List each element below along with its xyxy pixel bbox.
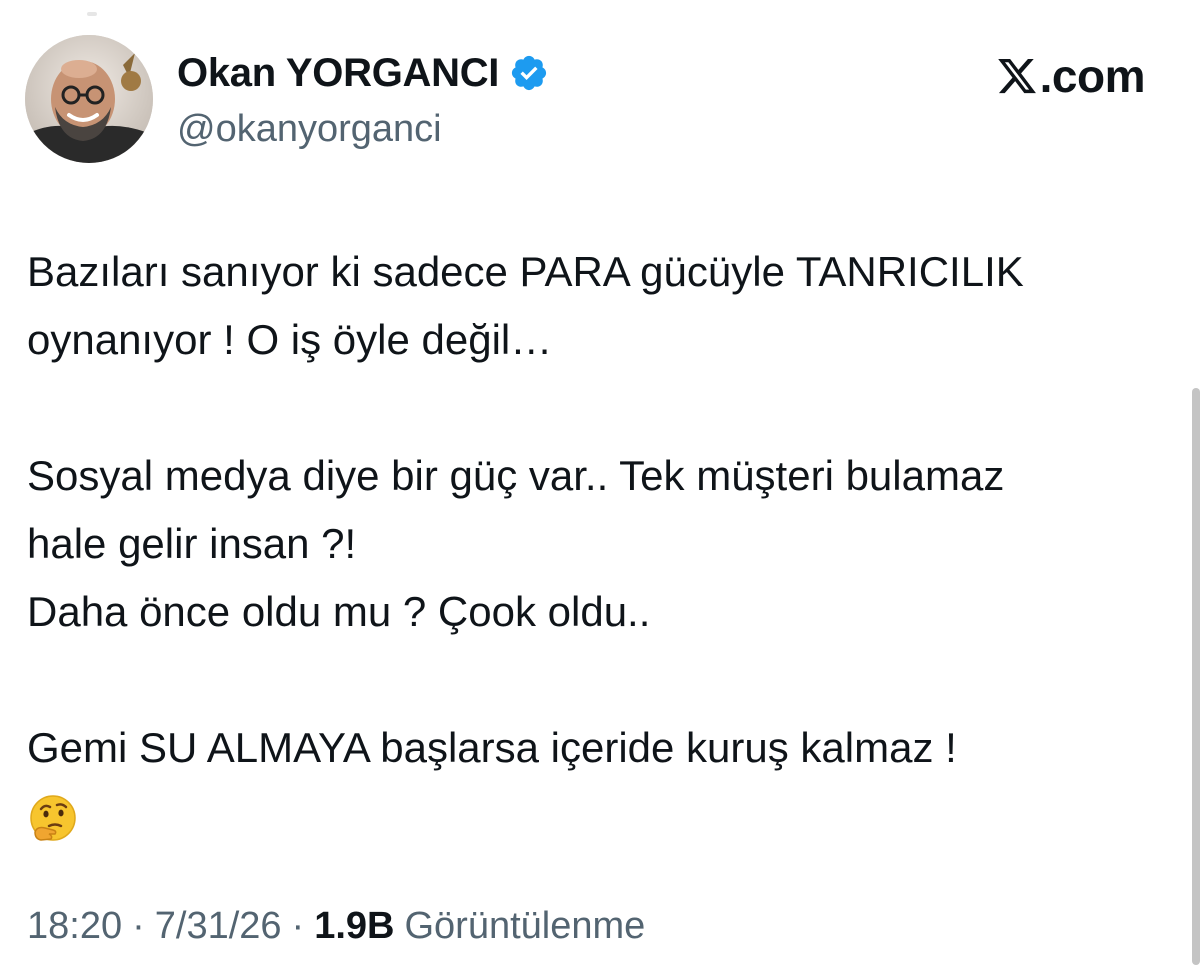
tweet-date[interactable]: 7/31/26 <box>155 905 282 948</box>
meta-separator: · <box>291 905 305 947</box>
meta-separator: · <box>132 905 145 947</box>
author-name-row[interactable]: Okan YORGANCI <box>177 48 549 98</box>
views-count: 1.9B <box>314 905 395 947</box>
author-display-name[interactable]: Okan YORGANCI <box>177 51 499 96</box>
thinking-face-emoji <box>27 792 79 844</box>
author-handle[interactable]: @okanyorganci <box>177 108 442 151</box>
brand-text: .com <box>1039 50 1146 102</box>
tweet-line: oynanıyor ! O iş öyle değil… <box>27 316 553 363</box>
x-logo-icon <box>996 55 1038 97</box>
tweet-text: Bazıları sanıyor ki sadece PARA gücüyle … <box>27 238 1167 864</box>
avatar[interactable] <box>25 35 153 163</box>
verified-badge-icon <box>509 53 549 93</box>
tweet-line: Bazıları sanıyor ki sadece PARA gücüyle … <box>27 248 1024 295</box>
top-indicator <box>87 12 97 16</box>
brand-logo: .com <box>996 48 1146 104</box>
tweet-time[interactable]: 18:20 <box>27 905 122 948</box>
avatar-photo <box>25 35 153 163</box>
tweet-meta: 18:20 · 7/31/26 · 1.9B Görüntülenme <box>27 905 645 948</box>
tweet-line: Daha önce oldu mu ? Çook oldu.. <box>27 588 651 635</box>
tweet-line: Sosyal medya diye bir güç var.. Tek müşt… <box>27 452 1005 499</box>
tweet-line: hale gelir insan ?! <box>27 520 357 567</box>
scrollbar[interactable] <box>1192 388 1200 965</box>
tweet-line: Gemi SU ALMAYA başlarsa içeride kuruş ka… <box>27 724 957 771</box>
views-label: Görüntülenme <box>404 905 646 947</box>
